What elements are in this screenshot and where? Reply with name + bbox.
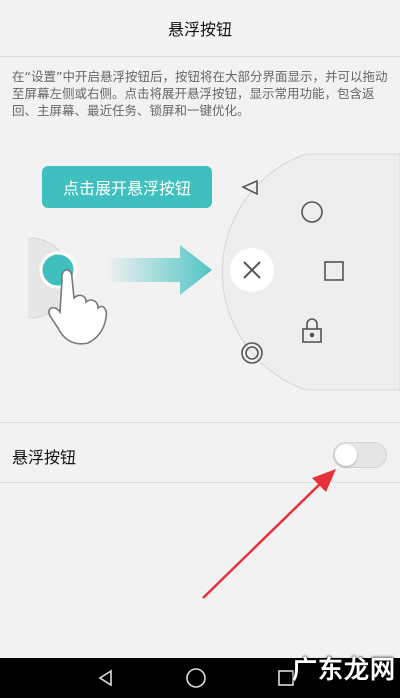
nav-back-button[interactable] [76, 658, 136, 698]
section-divider [0, 422, 400, 423]
back-icon [98, 669, 112, 687]
page-title: 悬浮按钮 [167, 20, 232, 39]
home-icon [186, 668, 206, 688]
expand-arrow [105, 245, 212, 295]
nav-home-button[interactable] [166, 658, 226, 698]
watermark-logo: 广东龙网 [292, 655, 397, 684]
toggle-knob [335, 444, 357, 466]
setting-label: 悬浮按钮 [12, 448, 77, 467]
feature-description: 在“设置”中开启悬浮按钮后，按钮将在大部分界面显示，并可以拖动至屏幕左侧或右侧。… [12, 69, 388, 118]
floating-button-toggle[interactable] [333, 442, 387, 468]
row-divider [0, 482, 400, 483]
expand-hint-bubble: 点击展开悬浮按钮 [42, 166, 212, 208]
page-header: 悬浮按钮 [0, 0, 400, 57]
